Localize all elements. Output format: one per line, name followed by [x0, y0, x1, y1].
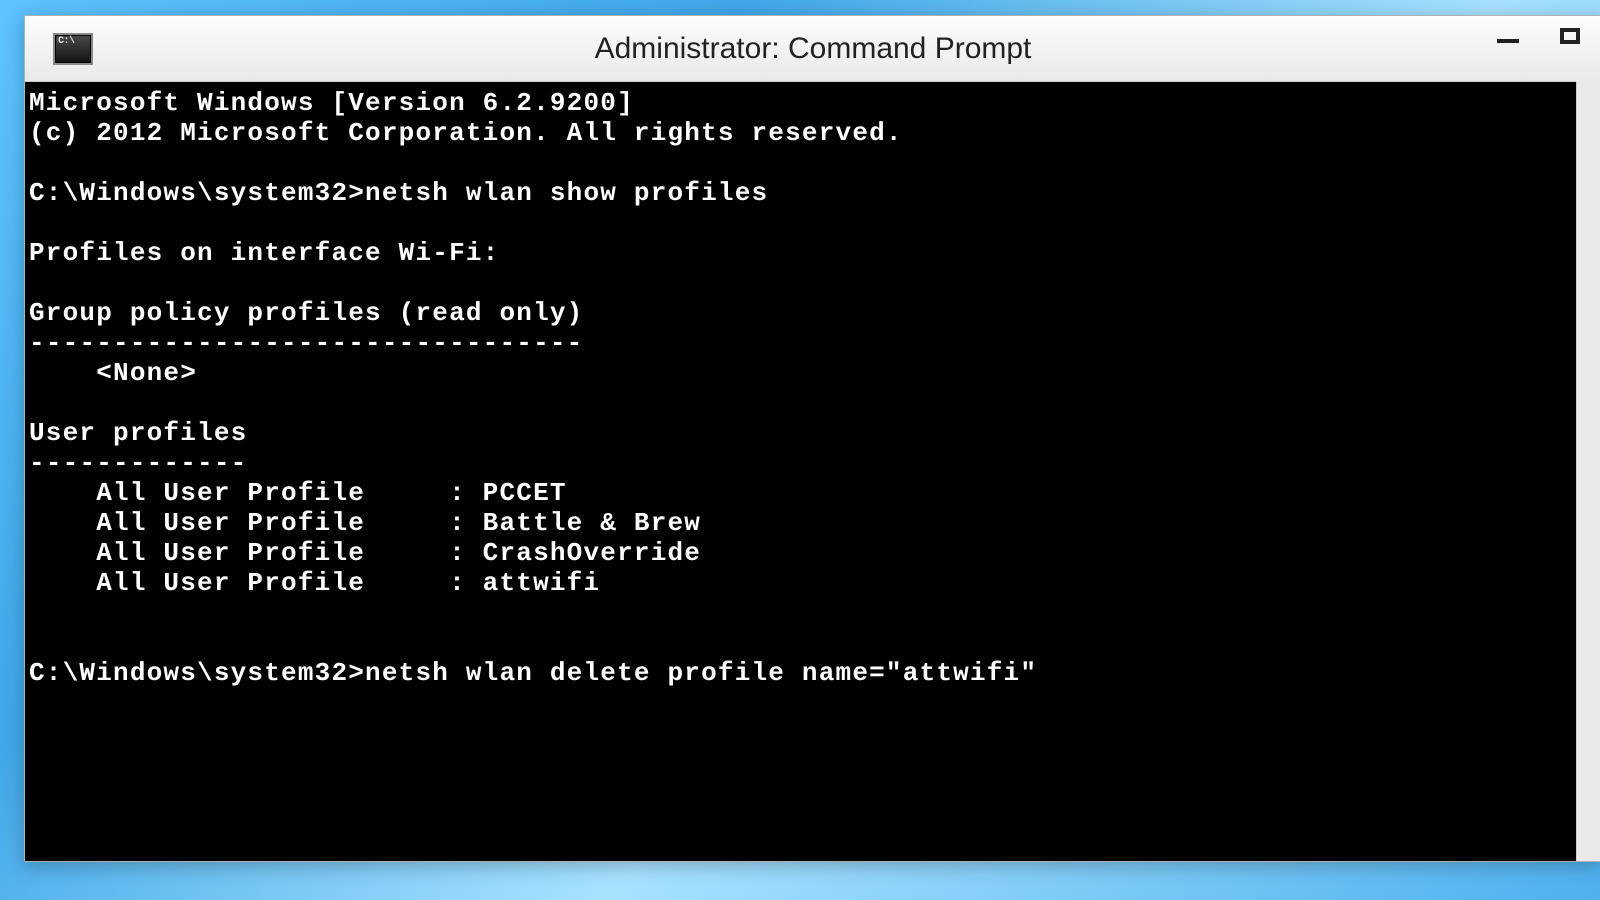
minimize-button[interactable] — [1477, 16, 1539, 56]
window-titlebar[interactable]: Administrator: Command Prompt — [25, 16, 1600, 82]
cmd-icon — [53, 33, 93, 65]
vertical-scrollbar[interactable] — [1576, 81, 1600, 861]
desktop-background: Administrator: Command Prompt Microsoft … — [0, 0, 1600, 900]
maximize-icon — [1560, 28, 1580, 44]
window-title: Administrator: Command Prompt — [25, 32, 1600, 66]
command-prompt-window: Administrator: Command Prompt Microsoft … — [24, 15, 1600, 862]
minimize-icon — [1497, 39, 1519, 43]
terminal-output[interactable]: Microsoft Windows [Version 6.2.9200] (c)… — [25, 82, 1600, 861]
window-controls — [1477, 16, 1600, 56]
maximize-button[interactable] — [1539, 16, 1600, 56]
